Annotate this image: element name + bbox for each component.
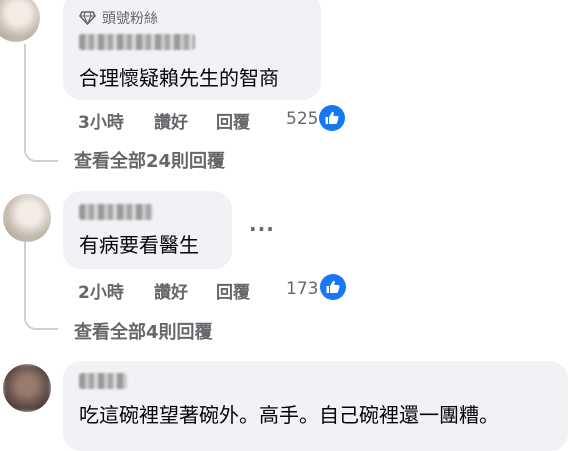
avatar[interactable] — [3, 364, 51, 412]
thumbs-up-icon — [326, 280, 340, 293]
diamond-icon — [79, 11, 96, 25]
top-fan-badge[interactable]: 頭號粉絲 — [79, 8, 158, 28]
commenter-name[interactable] — [79, 373, 127, 389]
comment-bubble: 頭號粉絲 合理懷疑賴先生的智商 — [63, 0, 321, 100]
comment-text: 合理懷疑賴先生的智商 — [79, 66, 279, 90]
avatar[interactable] — [3, 194, 51, 242]
badge-label: 頭號粉絲 — [102, 11, 158, 27]
reply-button[interactable]: 回覆 — [216, 278, 250, 303]
like-button[interactable]: 讚好 — [154, 278, 188, 303]
reaction-count[interactable]: 173 — [286, 279, 318, 299]
comment-bubble: 吃這碗裡望著碗外。高手。自己碗裡還一團糟。 — [63, 361, 568, 451]
comment-text: 有病要看醫生 — [79, 233, 199, 257]
timestamp[interactable]: 3小時 — [78, 108, 124, 133]
thumbs-up-icon — [325, 111, 339, 124]
more-options-button[interactable]: ··· — [249, 217, 275, 241]
comment-text: 吃這碗裡望著碗外。高手。自己碗裡還一團糟。 — [79, 403, 499, 427]
like-button[interactable]: 讚好 — [154, 108, 188, 133]
avatar[interactable] — [0, 0, 40, 42]
like-reaction-icon[interactable] — [319, 105, 345, 131]
reaction-count[interactable]: 525 — [286, 109, 318, 129]
commenter-name[interactable] — [79, 34, 195, 50]
commenter-name[interactable] — [79, 204, 153, 220]
thread-line — [24, 44, 26, 144]
thread-elbow — [24, 308, 58, 330]
view-all-replies-link[interactable]: 查看全部4則回覆 — [74, 318, 213, 344]
like-reaction-icon[interactable] — [320, 274, 346, 300]
view-all-replies-link[interactable]: 查看全部24則回覆 — [74, 147, 225, 173]
thread-elbow — [24, 140, 58, 162]
reply-button[interactable]: 回覆 — [216, 108, 250, 133]
timestamp[interactable]: 2小時 — [78, 278, 124, 303]
thread-line — [24, 242, 26, 312]
comment-bubble: 有病要看醫生 — [63, 191, 232, 269]
